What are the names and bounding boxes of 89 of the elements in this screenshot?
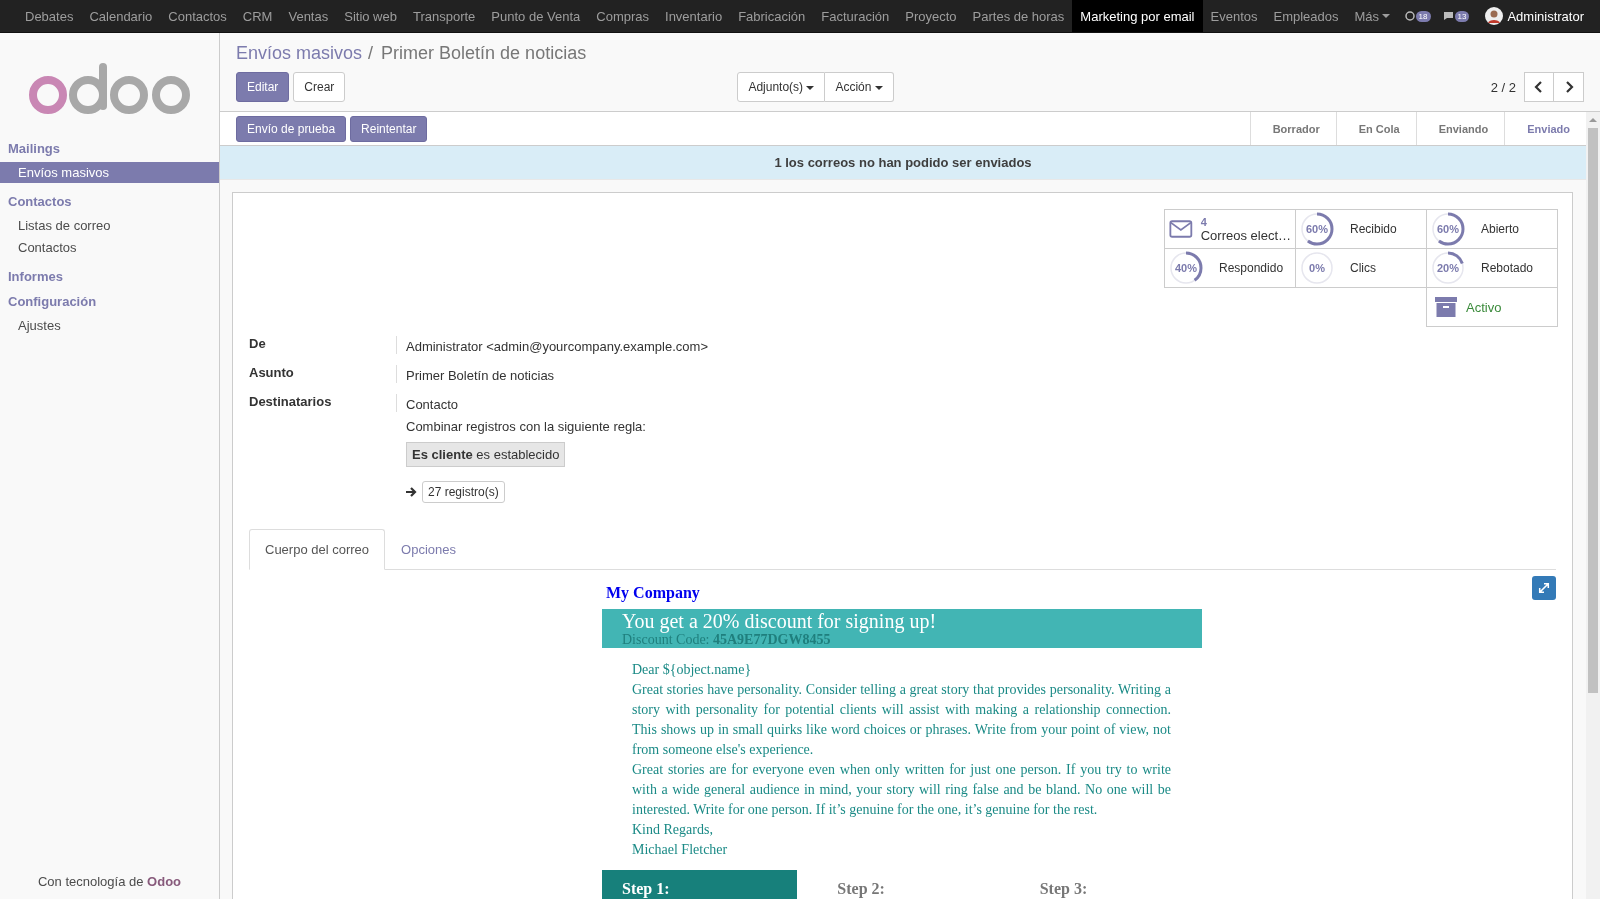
sidebar-section-title[interactable]: Mailings <box>0 141 219 156</box>
step-title: Step 3: <box>1038 879 1089 899</box>
sidebar-item[interactable]: Listas de correo <box>0 215 219 236</box>
more-menu[interactable]: Más <box>1346 0 1399 32</box>
breadcrumb-current: Primer Boletín de noticias <box>381 43 587 63</box>
avatar-icon <box>1485 7 1504 25</box>
app-menu-item[interactable]: Sitio web <box>336 0 405 32</box>
arrow-right-icon <box>406 486 418 498</box>
email-paragraph: Dear ${object.name} <box>632 661 753 679</box>
app-menu-item[interactable]: Partes de horas <box>964 0 1073 32</box>
scrollbar[interactable] <box>1586 112 1600 899</box>
caret-icon <box>806 85 815 90</box>
app-menu-item[interactable]: Contactos <box>160 0 235 32</box>
sidebar-section-title[interactable]: Contactos <box>0 194 219 209</box>
app-menu-item[interactable]: Transporte <box>404 0 484 32</box>
field-value: Contacto <box>405 396 460 412</box>
sidebar-item[interactable]: Envíos masivos <box>0 162 219 183</box>
app-menu-item[interactable]: Empleados <box>1265 0 1347 32</box>
sidebar-item[interactable]: Contactos <box>0 237 219 258</box>
app-menu-item[interactable]: Inventario <box>657 0 731 32</box>
powered-by-text: Con tecnología de <box>37 874 144 889</box>
status-stage[interactable]: Borrador <box>1249 112 1336 145</box>
stat-button[interactable]: 40% Respondido <box>1164 248 1296 288</box>
pager-counter: 2 / 2 <box>1490 79 1516 95</box>
field-value: Administrator <admin@yourcompany.example.com> <box>405 338 709 354</box>
progress-ring: 40% <box>1169 251 1203 285</box>
progress-ring: 60% <box>1431 212 1465 246</box>
envelope-icon <box>1169 219 1193 239</box>
app-menu-item[interactable]: Ventas <box>280 0 337 32</box>
dropdown-button[interactable]: Adjunto(s) <box>737 72 826 102</box>
stat-button[interactable]: 60% Recibido <box>1295 209 1427 249</box>
progress-ring: 20% <box>1431 251 1465 285</box>
app-menu-item[interactable]: Proyecto <box>897 0 965 32</box>
sidebar-section-title[interactable]: Configuración <box>0 294 219 309</box>
step-title: Step 2: <box>836 879 886 899</box>
domain-text: Combinar registros con la siguiente regla: <box>406 419 647 434</box>
records-button[interactable]: 27 registro(s) <box>422 481 505 503</box>
progress-ring: 0% <box>1300 251 1334 285</box>
app-menu-item[interactable]: Marketing por email <box>1072 0 1203 32</box>
chevron-right-icon <box>1563 81 1574 93</box>
app-menu-item[interactable]: Eventos <box>1202 0 1266 32</box>
banner-title: You get a 20% discount for signing up! <box>622 609 938 632</box>
app-menu-item[interactable]: Debates <box>17 0 82 32</box>
archive-box-icon <box>1435 297 1457 317</box>
email-paragraph: Kind Regards, <box>632 821 714 839</box>
field-value: Primer Boletín de noticias <box>405 367 556 383</box>
stat-button[interactable]: 60% Abierto <box>1426 209 1558 249</box>
caret-icon <box>874 85 883 90</box>
next-button[interactable] <box>1554 72 1584 102</box>
company-name: My Company <box>605 584 701 602</box>
progress-ring: 60% <box>1300 212 1334 246</box>
fullscreen-button[interactable] <box>1532 576 1556 600</box>
app-menu-item[interactable]: CRM <box>234 0 281 32</box>
step-panel: Step 1: <box>602 870 798 899</box>
status-stage[interactable]: En Cola <box>1335 112 1416 145</box>
notebook-tab[interactable]: Cuerpo del correo <box>249 529 386 570</box>
notebook-tab[interactable]: Opciones <box>385 529 472 570</box>
sidebar-section-title[interactable]: Informes <box>0 269 219 284</box>
action-button[interactable]: Editar <box>236 72 290 102</box>
stat-button[interactable]: Activo <box>1426 287 1558 327</box>
email-paragraph: Great stories are for everyone even when only written for just one person. If you try to write with a wide general audience in mind, your story will ring false and be bland. No one will be interested. Write for one person. If it’s genuine for the one, it’s genuine for the rest. <box>632 761 1171 819</box>
app-menu-item[interactable]: Facturación <box>813 0 898 32</box>
field-label: De <box>249 336 397 354</box>
app-menu-item[interactable]: Compras <box>588 0 658 32</box>
sidebar-item[interactable]: Ajustes <box>0 315 219 336</box>
previous-button[interactable] <box>1524 72 1554 102</box>
app-menu-item[interactable]: Fabricación <box>730 0 814 32</box>
odoo-link[interactable]: Odoo <box>147 874 182 889</box>
chat-icon <box>1442 11 1454 21</box>
chevron-left-icon <box>1534 81 1544 93</box>
caret-icon <box>1382 14 1391 18</box>
email-paragraph: Michael Fletcher <box>632 841 729 859</box>
alert-text: 1 los correos no han podido ser enviados <box>774 155 1032 170</box>
app-menu-item[interactable]: Punto de Venta <box>483 0 589 32</box>
breadcrumb-link[interactable]: Envíos masivos <box>236 43 363 63</box>
field-label: Asunto <box>249 365 397 383</box>
header-button[interactable]: Reintentar <box>350 115 428 142</box>
clock-icon <box>1404 11 1415 21</box>
dropdown-button[interactable]: Acción <box>825 72 894 102</box>
user-menu[interactable]: Administrator <box>1485 7 1584 25</box>
email-paragraph: Great stories have personality. Consider telling a great story that provides personality. Writing a story with personality for potential clients will assist with making a relationship connection. This shows up in small quirks like word choices or phrases. Write from your point of view, not from someone else's experience. <box>632 681 1171 759</box>
header-button[interactable]: Envío de prueba <box>236 115 347 142</box>
expand-icon <box>1538 581 1550 595</box>
breadcrumb-separator: / <box>368 43 374 63</box>
app-menu-item[interactable]: Calendario <box>81 0 161 32</box>
status-stage[interactable]: Enviando <box>1415 112 1505 145</box>
field-label: Destinatarios <box>249 394 397 412</box>
stat-button[interactable]: 4 Correos elect… <box>1164 209 1296 249</box>
action-button[interactable]: Crear <box>293 72 346 102</box>
